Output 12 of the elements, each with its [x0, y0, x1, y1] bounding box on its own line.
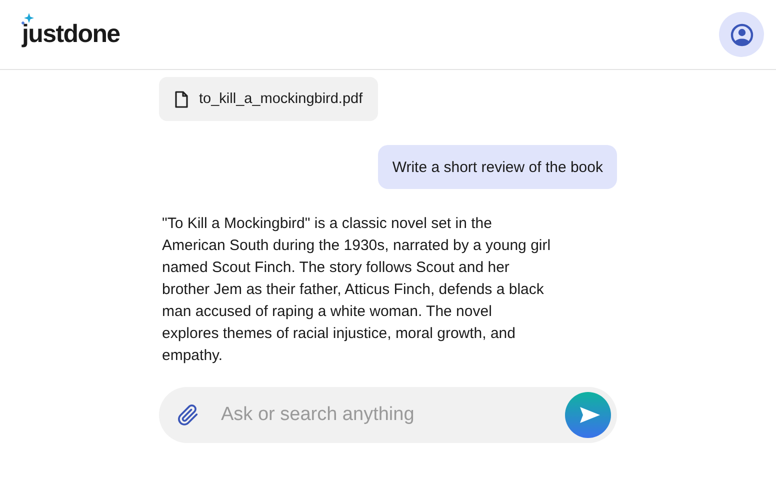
assistant-message: "To Kill a Mockingbird" is a classic novel set in the American South during the 1930s, narrated by a young girl named Scout Finch. The story follows Scout and her brother Jem as their father, Atticus Finch, defends a black man accused of raping a white woman. The novel explores themes of racial injustice, moral growth, and empathy.: [162, 214, 552, 366]
logo[interactable]: justdone: [22, 20, 120, 49]
document-icon: [175, 90, 188, 108]
message-field[interactable]: Ask or search anything: [159, 387, 617, 443]
file-name: to_kill_a_mockingbird.pdf: [199, 91, 363, 107]
message-input[interactable]: Ask or search anything: [209, 404, 557, 426]
user-message: Write a short review of the book: [378, 145, 617, 189]
file-attachment[interactable]: to_kill_a_mockingbird.pdf: [159, 77, 378, 121]
send-button[interactable]: [565, 392, 611, 438]
profile-button[interactable]: [719, 12, 764, 57]
user-icon: [730, 22, 754, 46]
send-icon: [578, 406, 600, 424]
